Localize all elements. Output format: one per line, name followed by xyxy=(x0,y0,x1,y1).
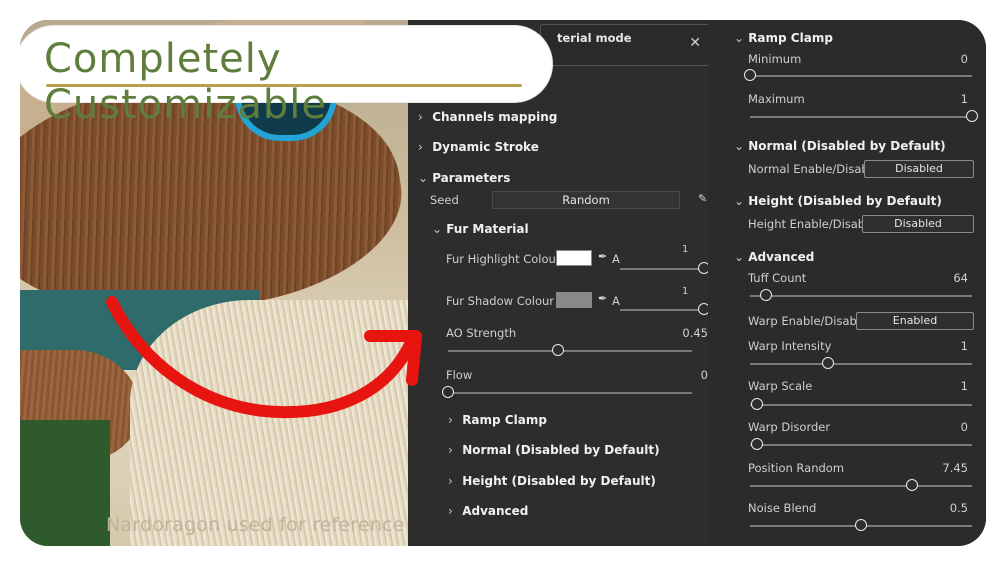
tuff-count-value: 64 xyxy=(953,271,968,285)
section-ramp-clamp[interactable]: › Ramp Clamp xyxy=(448,413,708,427)
flow-slider[interactable] xyxy=(442,386,692,398)
warp-scale-label: Warp Scale xyxy=(748,379,813,393)
warp-scale-slider[interactable] xyxy=(750,398,972,410)
title-banner: Completely Customizable xyxy=(20,26,552,128)
shadow-alpha-slider[interactable] xyxy=(620,303,710,315)
slider-knob[interactable] xyxy=(966,110,978,122)
slider-knob[interactable] xyxy=(855,519,867,531)
shadow-alpha-value: 1 xyxy=(682,286,689,297)
alpha-label: A xyxy=(612,252,620,266)
slider-knob[interactable] xyxy=(906,479,919,491)
slider-knob[interactable] xyxy=(750,398,763,410)
slider-knob[interactable] xyxy=(744,69,756,81)
height-toggle-button[interactable]: Disabled xyxy=(862,215,974,233)
section-normal[interactable]: ⌄ Normal (Disabled by Default) xyxy=(734,139,986,153)
warp-intensity-slider[interactable] xyxy=(750,357,972,369)
slider-knob[interactable] xyxy=(750,438,763,450)
fur-shadow-swatch[interactable] xyxy=(556,292,592,308)
reference-credit: Nardoragon used for reference xyxy=(106,514,405,536)
minimum-value: 0 xyxy=(960,52,968,66)
page-title: Completely Customizable xyxy=(44,36,327,128)
highlight-alpha-value: 1 xyxy=(682,244,689,255)
fur-highlight-swatch[interactable] xyxy=(556,250,592,266)
close-icon[interactable]: ✕ xyxy=(689,35,701,51)
highlight-alpha-slider[interactable] xyxy=(620,262,710,274)
flow-value: 0 xyxy=(700,368,708,382)
position-random-slider[interactable] xyxy=(750,479,972,491)
warp-disorder-label: Warp Disorder xyxy=(748,420,831,434)
section-advanced[interactable]: › Advanced xyxy=(448,504,708,518)
tuff-count-slider[interactable] xyxy=(750,289,972,301)
warp-intensity-label: Warp Intensity xyxy=(748,339,832,353)
section-dynamic-stroke[interactable]: › Dynamic Stroke xyxy=(418,140,708,154)
section-advanced[interactable]: ⌄ Advanced xyxy=(734,250,986,264)
warp-intensity-value: 1 xyxy=(960,339,968,353)
section-ramp-clamp[interactable]: ⌄ Ramp Clamp xyxy=(734,31,986,45)
title-underline xyxy=(46,84,522,87)
warp-scale-value: 1 xyxy=(960,379,968,393)
warp-disorder-value: 0 xyxy=(960,420,968,434)
warp-toggle-button[interactable]: Enabled xyxy=(856,312,974,330)
ao-strength-label: AO Strength xyxy=(446,326,517,340)
eyedropper-icon[interactable]: ✒ xyxy=(598,250,607,263)
section-normal[interactable]: › Normal (Disabled by Default) xyxy=(448,443,708,457)
normal-toggle-button[interactable]: Disabled xyxy=(864,160,974,178)
minimum-label: Minimum xyxy=(748,52,802,66)
right-properties-panel: ⌄ Ramp Clamp Minimum 0 Maximum 1 ⌄ Norma… xyxy=(708,20,986,546)
slider-knob[interactable] xyxy=(821,357,834,369)
warp-disorder-slider[interactable] xyxy=(750,438,972,450)
minimum-slider[interactable] xyxy=(744,69,972,81)
noise-blend-value: 0.5 xyxy=(949,501,968,515)
ao-strength-value: 0.45 xyxy=(682,326,708,340)
edit-pencil-icon[interactable]: ✎ xyxy=(698,192,707,205)
section-fur-material[interactable]: ⌄ Fur Material xyxy=(432,222,708,236)
maximum-label: Maximum xyxy=(748,92,805,106)
screenshot-frame: Nardoragon used for reference terial mod… xyxy=(20,20,986,546)
tuff-count-label: Tuff Count xyxy=(748,271,807,285)
seed-field[interactable]: Random xyxy=(492,191,680,209)
maximum-slider[interactable] xyxy=(750,110,978,122)
section-height[interactable]: › Height (Disabled by Default) xyxy=(448,474,708,488)
section-parameters[interactable]: ⌄ Parameters xyxy=(418,171,708,185)
mode-label: terial mode xyxy=(557,31,632,45)
slider-knob[interactable] xyxy=(551,344,564,356)
alpha-label: A xyxy=(612,294,620,308)
position-random-value: 7.45 xyxy=(942,461,968,475)
eyedropper-icon[interactable]: ✒ xyxy=(598,292,607,305)
ao-strength-slider[interactable] xyxy=(448,344,692,356)
section-height[interactable]: ⌄ Height (Disabled by Default) xyxy=(734,194,986,208)
slider-knob[interactable] xyxy=(442,386,454,398)
flow-label: Flow xyxy=(446,368,473,382)
maximum-value: 1 xyxy=(960,92,968,106)
slider-knob[interactable] xyxy=(759,289,772,301)
noise-blend-slider[interactable] xyxy=(750,519,972,531)
material-mode-box[interactable]: terial mode ✕ xyxy=(540,24,710,66)
